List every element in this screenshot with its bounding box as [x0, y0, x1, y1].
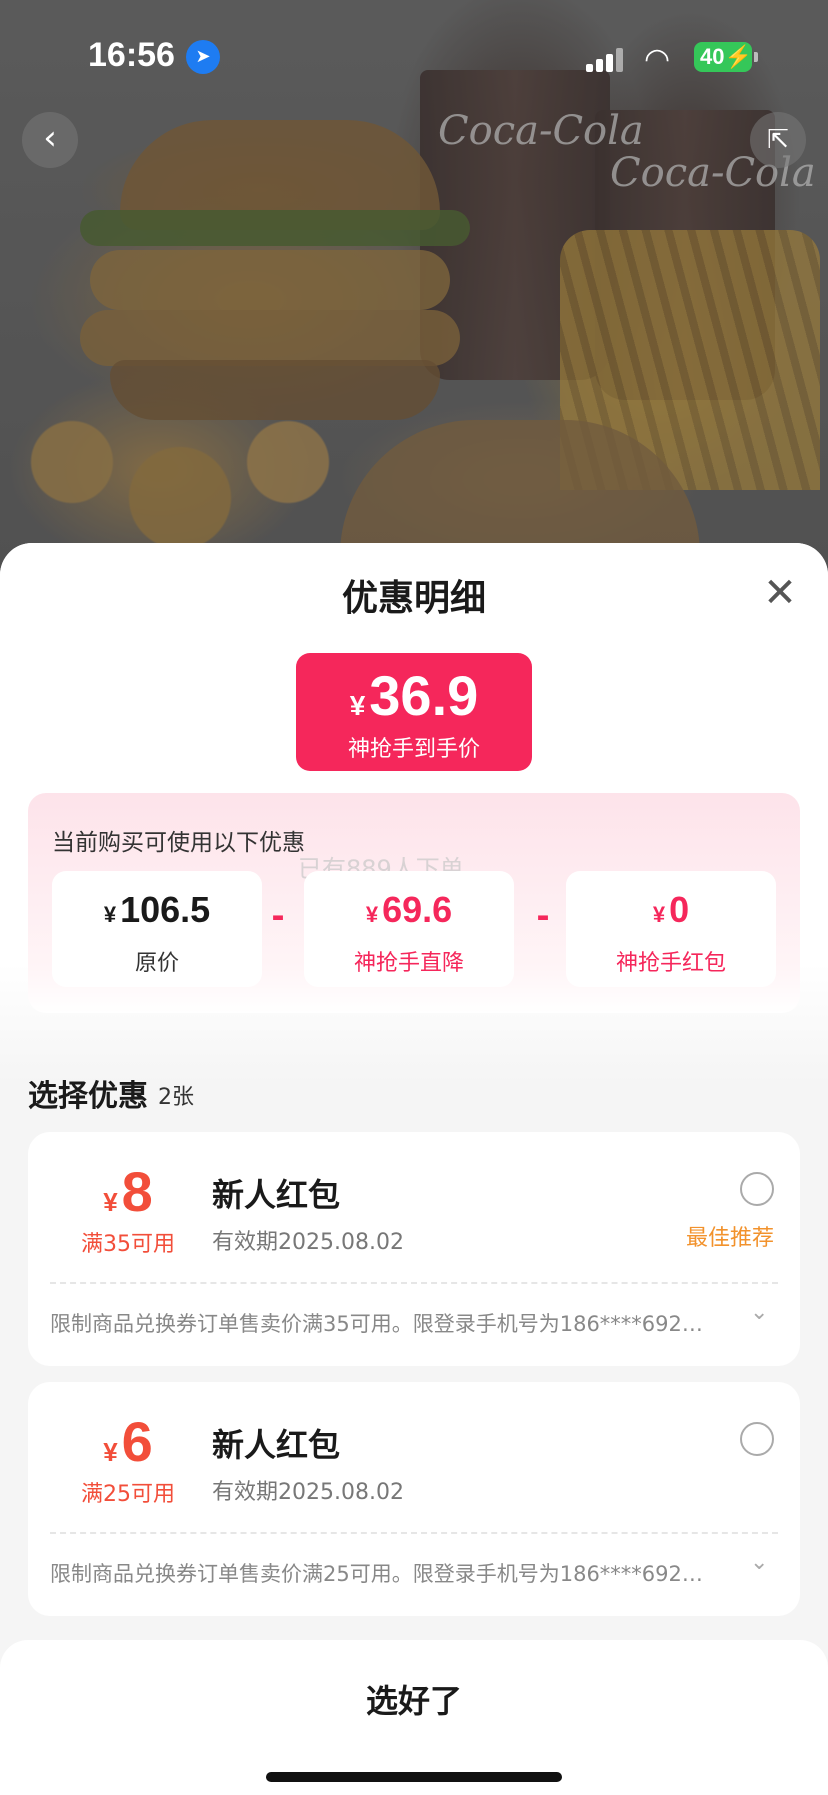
direct-discount: ¥69.6: [304, 889, 514, 931]
final-price: ¥36.9: [296, 663, 532, 728]
original-price-label: 原价: [134, 951, 179, 976]
direct-discount-value: 69.6: [382, 889, 453, 930]
chevron-down-icon[interactable]: ⌄: [750, 1550, 768, 1575]
share-icon: ⇱: [767, 125, 789, 155]
best-recommend-badge: 最佳推荐: [686, 1226, 775, 1251]
currency-symbol: ¥: [103, 1437, 118, 1467]
breakdown-caption: 当前购买可使用以下优惠: [52, 830, 305, 856]
close-icon[interactable]: ✕: [760, 573, 800, 613]
minus-operator: -: [536, 897, 550, 935]
coupon-divider: [50, 1282, 778, 1284]
currency-symbol: ¥: [103, 1187, 118, 1217]
direct-discount-card: ¥69.6 神抢手直降: [304, 871, 514, 987]
coupon-name: 新人红包: [212, 1426, 341, 1464]
red-packet-value: 0: [669, 889, 690, 930]
select-discount-count: 2张: [158, 1085, 194, 1110]
original-price-card: ¥106.5 原价: [52, 871, 262, 987]
coupon-expiry: 有效期2025.08.02: [212, 1480, 404, 1505]
home-indicator: [266, 1772, 562, 1782]
status-bar: 16:56 ➤ ◠ 40⚡: [0, 0, 828, 100]
discount-detail-sheet: 优惠明细 ✕ ¥36.9 神抢手到手价 当前购买可使用以下优惠 已有889人下单…: [0, 543, 828, 1795]
final-price-value: 36.9: [369, 664, 479, 727]
final-price-label: 神抢手到手价: [347, 737, 480, 762]
red-packet-card: ¥0 神抢手红包: [566, 871, 776, 987]
currency-symbol: ¥: [103, 902, 117, 927]
battery-level: 40: [700, 44, 725, 69]
coupon-value: ¥6: [68, 1412, 188, 1482]
coupon-divider: [50, 1532, 778, 1534]
back-button[interactable]: ‹: [22, 112, 78, 168]
footer-bar: 选好了: [0, 1640, 828, 1795]
currency-symbol: ¥: [652, 902, 666, 927]
original-price-value: 106.5: [120, 889, 211, 930]
coupon-radio[interactable]: [740, 1422, 774, 1456]
location-arrow-icon: ➤: [186, 40, 220, 74]
currency-symbol: ¥: [365, 902, 379, 927]
coupon-description: 限制商品兑换券订单售卖价满25可用。限登录手机号为186****6925...: [50, 1562, 710, 1586]
coupon-radio[interactable]: [740, 1172, 774, 1206]
coupon-amount: 6: [121, 1410, 153, 1473]
coupon-card[interactable]: ¥6 满25可用 新人红包 有效期2025.08.02 限制商品兑换券订单售卖价…: [28, 1382, 800, 1616]
coupon-value: ¥8: [68, 1162, 188, 1232]
coupon-description: 限制商品兑换券订单售卖价满35可用。限登录手机号为186****6925...: [50, 1312, 710, 1336]
coupon-name: 新人红包: [212, 1176, 341, 1214]
direct-discount-label: 神抢手直降: [353, 951, 464, 976]
red-packet-label: 神抢手红包: [615, 951, 726, 976]
chevron-down-icon[interactable]: ⌄: [750, 1300, 768, 1325]
share-button[interactable]: ⇱: [750, 112, 806, 168]
minus-operator: -: [271, 897, 285, 935]
original-price: ¥106.5: [52, 889, 262, 931]
red-packet: ¥0: [566, 889, 776, 931]
coupon-condition: 满35可用: [81, 1232, 175, 1257]
cellular-signal-icon: [586, 48, 626, 72]
battery-tip: [754, 52, 758, 62]
confirm-button[interactable]: 选好了: [0, 1676, 828, 1722]
coupon-condition: 满25可用: [81, 1482, 175, 1507]
chevron-left-icon: ‹: [43, 118, 57, 158]
price-breakdown-panel: 当前购买可使用以下优惠 已有889人下单 ¥106.5 原价 - ¥69.6 神…: [28, 793, 800, 1013]
status-time: 16:56: [88, 36, 175, 74]
wifi-icon: ◠: [644, 42, 671, 77]
select-discount-title: 选择优惠: [28, 1079, 148, 1114]
battery-icon: 40⚡: [694, 42, 752, 72]
sheet-title: 优惠明细: [341, 578, 486, 619]
coupon-expiry: 有效期2025.08.02: [212, 1230, 404, 1255]
currency-symbol: ¥: [349, 690, 366, 721]
coupon-amount: 8: [121, 1160, 153, 1223]
final-price-box: ¥36.9 神抢手到手价: [296, 653, 532, 771]
coupon-card[interactable]: ¥8 满35可用 新人红包 有效期2025.08.02 最佳推荐 限制商品兑换券…: [28, 1132, 800, 1366]
